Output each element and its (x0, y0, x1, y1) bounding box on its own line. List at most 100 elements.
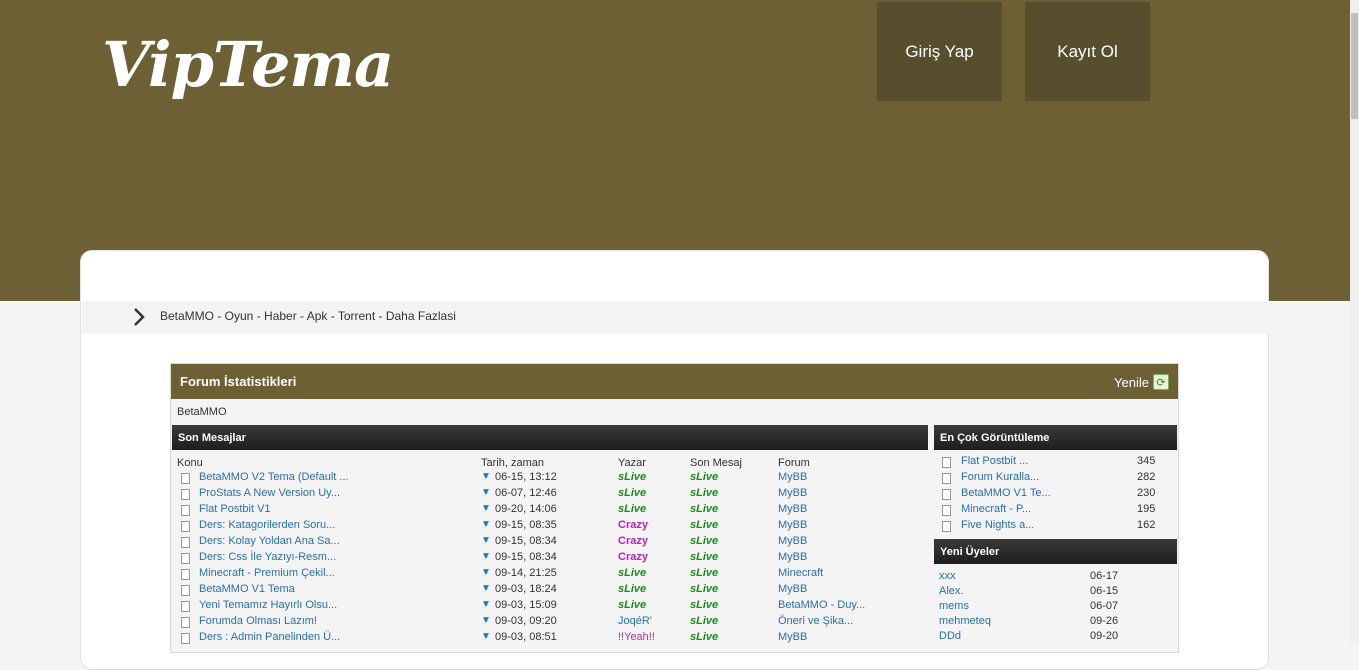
author-link[interactable]: JoqéR' (618, 615, 652, 627)
topic-link[interactable]: Yeni Temamız Hayırlı Olsu... (199, 599, 337, 611)
forum-link[interactable]: Minecraft (778, 567, 823, 579)
topic-link[interactable]: Ders: Kolay Yoldan Ana Sa... (199, 535, 340, 547)
down-arrow-icon[interactable]: ▼ (481, 519, 491, 530)
table-row: Forumda Olması Lazım! ▼ 09-03, 09:20 JoqéR'… (171, 614, 931, 630)
stats-subtitle: BetaMMO (177, 406, 227, 418)
document-icon (181, 537, 190, 548)
chevron-right-icon (134, 308, 145, 326)
last-poster-link[interactable]: sLive (690, 471, 718, 483)
down-arrow-icon[interactable]: ▼ (481, 551, 491, 562)
forum-link[interactable]: MyBB (778, 503, 807, 515)
document-icon (942, 489, 951, 500)
author-link[interactable]: Crazy (618, 551, 648, 563)
refresh-button[interactable]: Yenile ⟳ (1114, 374, 1169, 390)
most-viewed-link[interactable]: Forum Kuralla... (961, 471, 1039, 483)
list-item: mehmeteq 09-26 (934, 615, 1177, 630)
last-poster-link[interactable]: sLive (690, 535, 718, 547)
last-poster-link[interactable]: sLive (690, 487, 718, 499)
forum-link[interactable]: Öneri ve Şika... (778, 615, 853, 627)
down-arrow-icon[interactable]: ▼ (481, 503, 491, 514)
list-item: Flat Postbit ... 345 (934, 454, 1177, 470)
author-link[interactable]: sLive (618, 487, 646, 499)
recent-posts-header: Son Mesajlar (172, 425, 928, 450)
last-poster-link[interactable]: sLive (690, 583, 718, 595)
topic-link[interactable]: Ders: Css İle Yazıyı-Resm... (199, 551, 336, 563)
last-poster-link[interactable]: sLive (690, 519, 718, 531)
most-viewed-link[interactable]: BetaMMO V1 Te... (961, 487, 1051, 499)
list-item: Forum Kuralla... 282 (934, 470, 1177, 486)
down-arrow-icon[interactable]: ▼ (481, 583, 491, 594)
last-poster-link[interactable]: sLive (690, 615, 718, 627)
author-link[interactable]: sLive (618, 583, 646, 595)
down-arrow-icon[interactable]: ▼ (481, 567, 491, 578)
stats-header: Forum İstatistikleri Yenile ⟳ (171, 364, 1178, 399)
author-link[interactable]: sLive (618, 567, 646, 579)
member-link[interactable]: xxx (939, 570, 956, 582)
last-poster-link[interactable]: sLive (690, 567, 718, 579)
view-count: 230 (1137, 487, 1156, 499)
author-link[interactable]: !!Yeah!! (618, 631, 655, 643)
author-link[interactable]: Crazy (618, 519, 648, 531)
table-row: Ders: Css İle Yazıyı-Resm... ▼ 09-15, 08:3… (171, 550, 931, 566)
scrollbar-thumb[interactable] (1351, 13, 1358, 119)
login-button[interactable]: Giriş Yap (877, 2, 1002, 101)
document-icon (942, 505, 951, 516)
most-viewed-link[interactable]: Minecraft - P... (961, 503, 1031, 515)
topic-link[interactable]: BetaMMO V1 Tema (199, 583, 295, 595)
column-header-date: Tarih, zaman (481, 457, 544, 469)
most-viewed-link[interactable]: Five Nights a... (961, 519, 1034, 531)
member-link[interactable]: DDd (939, 630, 961, 642)
topic-link[interactable]: Forumda Olması Lazım! (199, 615, 317, 627)
down-arrow-icon[interactable]: ▼ (481, 615, 491, 626)
topic-link[interactable]: Flat Postbit V1 (199, 503, 271, 515)
author-link[interactable]: sLive (618, 599, 646, 611)
forum-link[interactable]: MyBB (778, 487, 807, 499)
author-link[interactable]: sLive (618, 503, 646, 515)
topic-link[interactable]: Ders: Katagorilerden Soru... (199, 519, 335, 531)
stats-title: Forum İstatistikleri (180, 374, 297, 389)
table-row: ProStats A New Version Uy... ▼ 06-07, 12:4… (171, 486, 931, 502)
column-header-last-post: Son Mesaj (690, 457, 742, 469)
member-link[interactable]: mehmeteq (939, 615, 991, 627)
last-poster-link[interactable]: sLive (690, 551, 718, 563)
post-date: 09-03, 08:51 (495, 631, 557, 643)
down-arrow-icon[interactable]: ▼ (481, 471, 491, 482)
document-icon (181, 473, 190, 484)
topic-link[interactable]: ProStats A New Version Uy... (199, 487, 340, 499)
list-item: xxx 06-17 (934, 570, 1177, 585)
vertical-scrollbar[interactable] (1350, 0, 1359, 644)
last-poster-link[interactable]: sLive (690, 631, 718, 643)
down-arrow-icon[interactable]: ▼ (481, 599, 491, 610)
last-poster-link[interactable]: sLive (690, 599, 718, 611)
topic-link[interactable]: BetaMMO V2 Tema (Default ... (199, 471, 349, 483)
forum-link[interactable]: MyBB (778, 519, 807, 531)
most-viewed-link[interactable]: Flat Postbit ... (961, 455, 1028, 467)
topic-link[interactable]: Minecraft - Premium Çekil... (199, 567, 335, 579)
forum-link[interactable]: MyBB (778, 535, 807, 547)
author-link[interactable]: Crazy (618, 535, 648, 547)
last-poster-link[interactable]: sLive (690, 503, 718, 515)
author-link[interactable]: sLive (618, 471, 646, 483)
down-arrow-icon[interactable]: ▼ (481, 631, 491, 642)
member-link[interactable]: mems (939, 600, 969, 612)
forum-link[interactable]: MyBB (778, 551, 807, 563)
down-arrow-icon[interactable]: ▼ (481, 535, 491, 546)
breadcrumb[interactable]: BetaMMO - Oyun - Haber - Apk - Torrent -… (160, 309, 456, 323)
recent-posts-list: BetaMMO V2 Tema (Default ... ▼ 06-15, 13:1… (171, 470, 931, 646)
document-icon (181, 569, 190, 580)
member-link[interactable]: Alex. (939, 585, 963, 597)
most-viewed-header: En Çok Görüntüleme (934, 425, 1177, 450)
down-arrow-icon[interactable]: ▼ (481, 487, 491, 498)
forum-link[interactable]: MyBB (778, 583, 807, 595)
forum-link[interactable]: MyBB (778, 471, 807, 483)
member-join-date: 09-20 (1090, 630, 1119, 642)
forum-link[interactable]: BetaMMO - Duy... (778, 599, 865, 611)
column-header-topic: Konu (177, 457, 203, 469)
member-join-date: 06-07 (1090, 600, 1119, 612)
forum-link[interactable]: MyBB (778, 631, 807, 643)
list-item: Five Nights a... 162 (934, 518, 1177, 534)
register-button[interactable]: Kayıt Ol (1025, 2, 1150, 101)
table-row: Minecraft - Premium Çekil... ▼ 09-14, 21:2… (171, 566, 931, 582)
site-logo[interactable]: VipTema (102, 28, 394, 101)
topic-link[interactable]: Ders : Admin Panelinden Ü... (199, 631, 340, 643)
